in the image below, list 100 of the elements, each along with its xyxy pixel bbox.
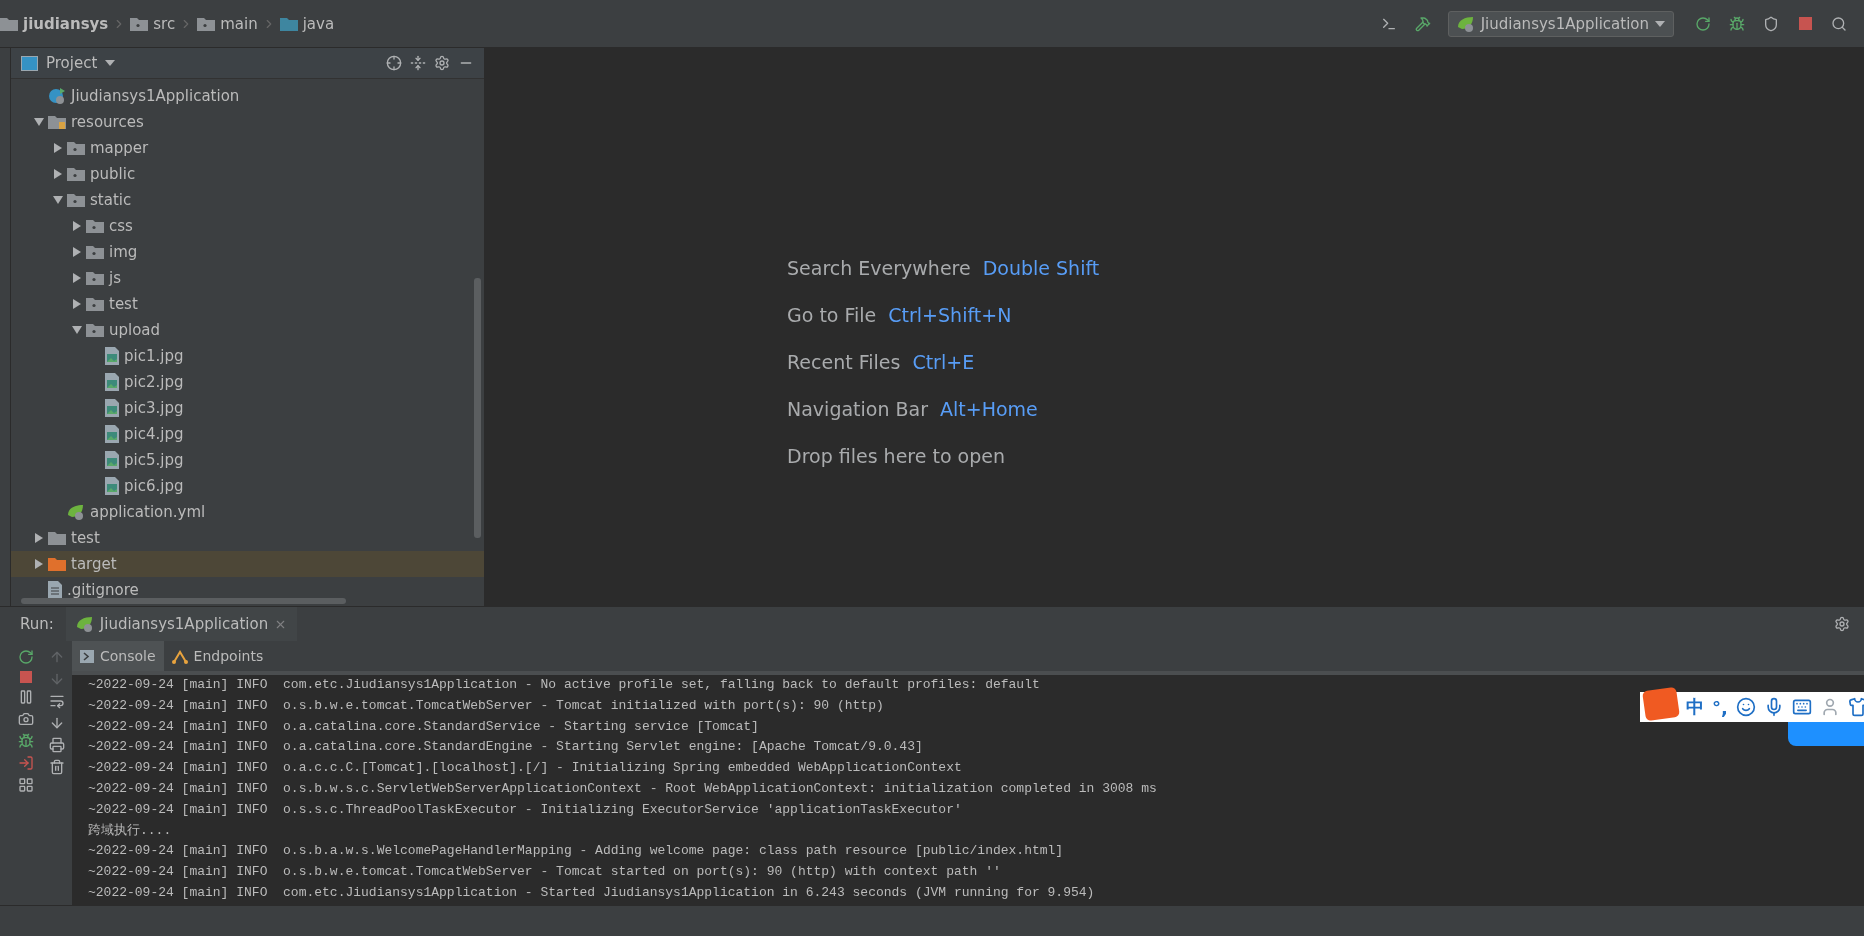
tree-item[interactable]: static	[90, 191, 132, 209]
folder-icon	[67, 141, 85, 155]
image-file-icon	[105, 399, 119, 417]
log-line: ~2022-09-24 [main] INFO o.s.b.w.s.c.ServletWebServerApplicationContext - Root WebApplicationContext: initialization completed in 3008 ms	[88, 780, 1157, 798]
collapse-arrow-icon[interactable]	[33, 117, 44, 127]
hint-text: Navigation Bar	[787, 398, 928, 420]
expand-arrow-icon[interactable]	[71, 247, 82, 257]
tree-item[interactable]: upload	[109, 321, 161, 339]
tree-item[interactable]: js	[109, 269, 121, 287]
scrollbar[interactable]	[21, 598, 346, 604]
stop-icon[interactable]	[1798, 17, 1812, 30]
image-file-icon	[105, 373, 119, 391]
shirt-icon[interactable]	[1847, 697, 1864, 717]
smiley-icon[interactable]	[1735, 697, 1756, 717]
folder-icon	[279, 16, 298, 31]
debug-icon[interactable]	[1729, 15, 1745, 32]
leaf-config-icon	[75, 615, 94, 633]
caret-icon[interactable]	[105, 60, 116, 66]
expand-arrow-icon[interactable]	[52, 143, 63, 153]
trash-icon[interactable]	[48, 759, 65, 775]
spring-class-icon	[48, 87, 66, 105]
hint-text: Recent Files	[787, 351, 901, 373]
image-file-icon	[105, 477, 119, 495]
tree-item[interactable]: pic5.jpg	[124, 451, 184, 469]
shortcut-text: Ctrl+E	[912, 351, 975, 373]
breadcrumb-item[interactable]: jiudiansys	[23, 14, 109, 33]
folder-icon	[48, 115, 66, 129]
caret-icon	[1655, 20, 1665, 27]
run-tab[interactable]: Jiudiansys1Application	[65, 607, 298, 641]
stop-icon[interactable]	[19, 671, 32, 683]
settings-icon[interactable]	[1834, 616, 1850, 632]
exit-icon[interactable]	[17, 755, 34, 771]
collapse-arrow-icon[interactable]	[52, 195, 63, 205]
collapse-all-icon[interactable]	[410, 55, 426, 71]
tree-item[interactable]: .gitignore	[67, 581, 139, 599]
folder-icon	[86, 323, 104, 337]
expand-arrow-icon[interactable]	[71, 221, 82, 231]
console-tab[interactable]: Console	[72, 641, 164, 671]
breadcrumb-item[interactable]: main	[220, 14, 258, 33]
folder-icon	[0, 16, 18, 31]
expand-arrow-icon[interactable]	[71, 299, 82, 309]
window-icon	[21, 55, 38, 71]
tree-item[interactable]: css	[109, 217, 133, 235]
collapse-arrow-icon[interactable]	[71, 325, 82, 335]
build-hammer-icon[interactable]	[1414, 15, 1431, 32]
log-line: 跨域执行....	[88, 821, 172, 840]
expand-arrow-icon[interactable]	[52, 169, 63, 179]
log-line: ~2022-09-24 [main] INFO o.a.c.c.C.[Tomcat].[localhost].[/] - Initializing Spring embedded WebApplicationContext	[88, 759, 962, 778]
folder-icon	[48, 557, 66, 571]
punctuation-toggle[interactable]: °,	[1712, 696, 1728, 718]
highlighted-row[interactable]: target	[11, 551, 484, 577]
tree-item[interactable]: mapper	[90, 139, 149, 157]
print-icon[interactable]	[48, 737, 65, 753]
shortcut-text: Ctrl+Shift+N	[888, 304, 1012, 326]
nodes-icon	[171, 648, 188, 664]
tree-item[interactable]: public	[90, 165, 136, 183]
text-file-icon	[48, 581, 62, 599]
tree-item[interactable]: test	[109, 295, 138, 313]
folder-icon	[86, 245, 104, 259]
settings-icon[interactable]	[434, 55, 450, 71]
tree-item[interactable]: resources	[71, 113, 144, 131]
breadcrumb-item[interactable]: src	[153, 14, 176, 33]
camera-icon[interactable]	[17, 711, 34, 727]
tree-item[interactable]: test	[71, 529, 100, 547]
input-mode-toggle[interactable]: 中	[1686, 695, 1704, 719]
tree-item[interactable]: pic1.jpg	[124, 347, 184, 365]
tree-item[interactable]: pic4.jpg	[124, 425, 184, 443]
tree-item[interactable]: pic3.jpg	[124, 399, 184, 417]
expand-arrow-icon[interactable]	[71, 273, 82, 283]
tree-item[interactable]: target	[71, 555, 117, 573]
breadcrumb-item[interactable]: java	[302, 14, 335, 33]
bug-icon[interactable]	[17, 733, 34, 749]
hint-text: Drop files here to open	[787, 445, 1005, 467]
expand-arrow-icon[interactable]	[33, 533, 44, 543]
console-tab[interactable]: Endpoints	[163, 641, 272, 671]
run-label: Run:	[20, 615, 54, 633]
panel-title[interactable]: Project	[46, 54, 98, 72]
expand-arrow-icon[interactable]	[33, 559, 44, 569]
keyboard-icon[interactable]	[1791, 697, 1812, 717]
rerun-icon[interactable]	[1695, 15, 1711, 32]
search-icon[interactable]	[1831, 15, 1847, 32]
tree-item[interactable]: pic6.jpg	[124, 477, 184, 495]
folder-icon	[86, 219, 104, 233]
folder-icon	[48, 531, 66, 545]
rerun-icon[interactable]	[17, 649, 34, 665]
leaf-config-icon	[1456, 14, 1475, 33]
ime-logo-icon[interactable]	[1642, 686, 1680, 722]
tree-item[interactable]: img	[109, 243, 138, 261]
log-line: ~2022-09-24 [main] INFO o.s.b.w.e.tomcat.TomcatWebServer - Tomcat initialized with port(s): 90 (http)	[88, 696, 884, 715]
run-configuration-dropdown[interactable]: Jiudiansys1Application	[1447, 10, 1674, 37]
soft-wrap-icon[interactable]	[48, 693, 65, 709]
tree-item[interactable]: application.yml	[90, 503, 206, 521]
shield-icon[interactable]	[1763, 15, 1779, 32]
log-line: ~2022-09-24 [main] INFO o.a.catalina.core.StandardService - Starting service [Tomcat]	[88, 717, 759, 736]
hint-text: Search Everywhere	[787, 257, 971, 279]
tree-item[interactable]: pic2.jpg	[124, 373, 184, 391]
layout-icon[interactable]	[17, 777, 34, 793]
tree-item[interactable]: Jiudiansys1Application	[71, 87, 240, 105]
locate-icon[interactable]	[386, 55, 402, 71]
scrollbar[interactable]	[474, 278, 481, 538]
